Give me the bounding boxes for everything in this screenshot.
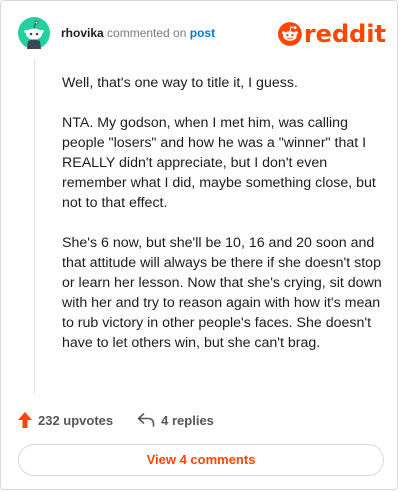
comment-paragraph: Well, that's one way to title it, I gues… <box>62 75 298 91</box>
reddit-snoo-logo-icon <box>278 22 302 46</box>
replies-count[interactable]: 4 replies <box>161 413 214 428</box>
comment-card: rhovika commented on post reddit Well, t… <box>0 0 398 490</box>
comment-paragraph: NTA. My godson, when I met him, was call… <box>62 115 376 211</box>
reddit-wordmark: reddit <box>303 20 386 48</box>
avatar[interactable] <box>18 17 50 49</box>
comment-body: Well, that's one way to title it, I gues… <box>62 73 384 373</box>
arrow-up-icon[interactable] <box>18 412 32 428</box>
thread-line[interactable] <box>34 59 35 394</box>
upvote-count[interactable]: 232 upvotes <box>38 413 113 428</box>
username-link[interactable]: rhovika <box>61 26 104 40</box>
action-text: commented on <box>107 26 187 40</box>
post-link[interactable]: post <box>190 26 215 40</box>
comment-paragraph: She's 6 now, but she'll be 10, 16 and 20… <box>62 235 382 351</box>
comment-header: rhovika commented on post <box>61 25 215 41</box>
reddit-logo[interactable]: reddit <box>278 19 386 49</box>
view-comments-button[interactable]: View 4 comments <box>18 444 384 476</box>
comment-actions: 232 upvotes 4 replies <box>18 410 214 430</box>
snoo-avatar-icon <box>18 17 50 49</box>
reply-arrow-icon[interactable] <box>137 413 155 427</box>
